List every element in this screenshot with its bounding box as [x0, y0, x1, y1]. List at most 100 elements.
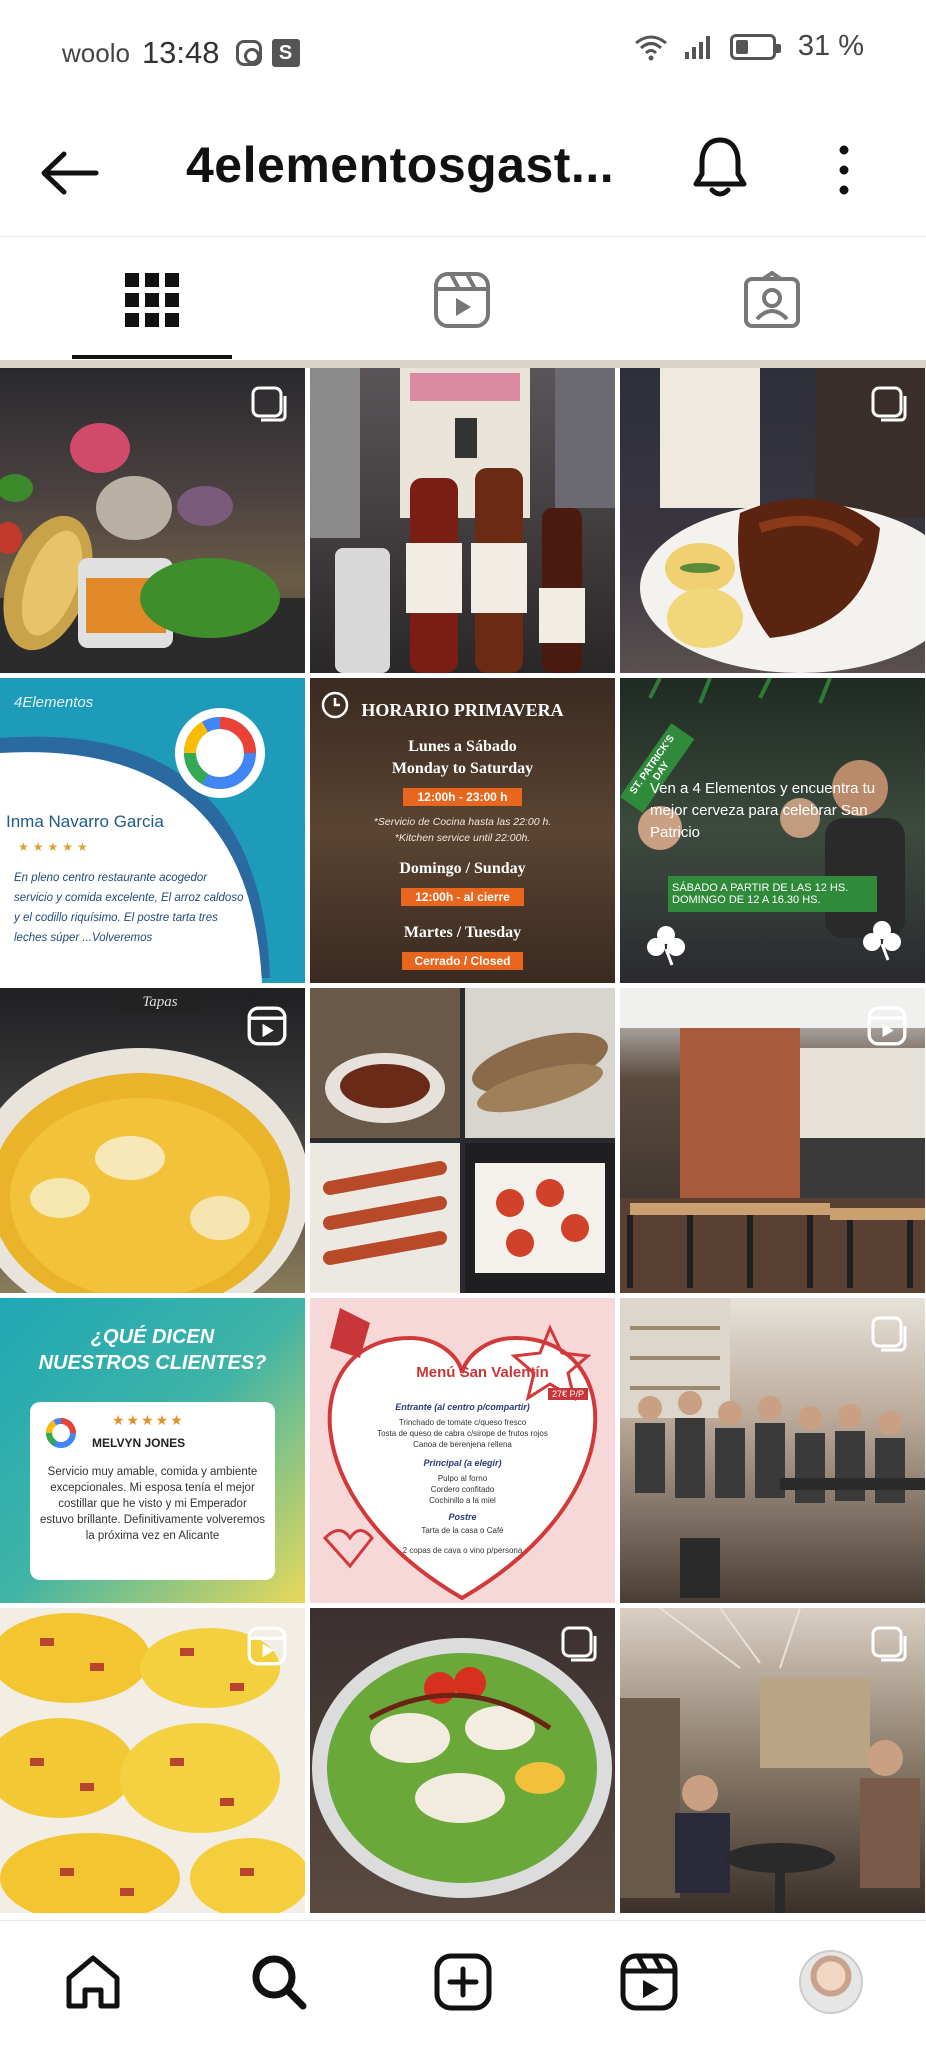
menu-drinks-note: 2 copas de cava o vino p/persona	[402, 1546, 523, 1555]
profile-username: 4elementosgast...	[186, 137, 615, 193]
tagged-icon	[744, 271, 800, 328]
notification-badge-icon: S	[271, 39, 300, 67]
plus-square-icon	[434, 1953, 492, 2011]
tapas-collage-photo	[310, 988, 615, 1293]
kitchen-note-es: *Servicio de Cocina hasta las 22:00 h.	[373, 816, 552, 828]
carousel-icon	[871, 386, 907, 422]
st-patricks-text: Ven a 4 Elementos y encuentra tu mejor c…	[650, 780, 876, 841]
instagram-notification-icon	[235, 40, 262, 66]
status-bar-right: 31 %	[634, 30, 864, 63]
profile-tabs	[0, 236, 926, 362]
banner-line-saturday: SÁBADO A PARTIR DE LAS 12 HS.	[672, 882, 849, 894]
nav-create[interactable]	[428, 1947, 498, 2017]
post-thumbnail[interactable]: HORARIO PRIMAVERA Lunes a Sábado Monday …	[310, 678, 615, 983]
valentine-background	[322, 1308, 598, 1601]
notifications-button[interactable]	[690, 132, 750, 202]
clock: 13:48	[141, 35, 220, 70]
carousel-icon	[251, 386, 287, 422]
menu-item: Tarta de la casa o Café	[421, 1526, 504, 1535]
hours-days-es: Lunes a Sábado	[408, 738, 517, 755]
post-thumbnail[interactable]: Menú San Valentín 27€ P/P Entrante (al c…	[310, 1298, 615, 1603]
reels-icon	[620, 1953, 678, 2011]
post-thumbnail[interactable]: ST. PATRICK'S DAY Ven a 4 Elementos y en…	[620, 678, 925, 983]
more-vertical-icon	[839, 145, 849, 195]
hours-time-1-pill: 12:00h - 23:00 h	[403, 788, 522, 806]
post-thumbnail[interactable]	[0, 1608, 305, 1913]
bottom-navigation	[0, 1920, 926, 2048]
home-icon	[66, 1955, 120, 2009]
menu-section-dessert: Postre	[448, 1512, 477, 1522]
beer-bottles-photo	[310, 368, 615, 673]
carousel-icon	[561, 1626, 597, 1662]
nav-reels[interactable]	[614, 1947, 684, 2017]
active-tab-indicator	[72, 355, 232, 359]
tab-reels[interactable]	[382, 237, 542, 363]
reviewer-name: Inma Navarro Garcia	[6, 812, 164, 831]
valentine-title: Menú San Valentín	[416, 1364, 549, 1381]
reel-icon	[247, 1006, 287, 1046]
post-thumbnail[interactable]: ¿QUÉ DICEN NUESTROS CLIENTES? ★★★★★ MELV…	[0, 1298, 305, 1603]
hours-heading: HORARIO PRIMAVERA	[361, 700, 564, 720]
reels-icon	[434, 272, 490, 328]
customers-heading-1: ¿QUÉ DICEN	[90, 1326, 215, 1348]
arrow-left-icon	[41, 151, 99, 195]
post-thumbnail[interactable]	[620, 1608, 925, 1913]
carousel-icon	[871, 1316, 907, 1352]
hours-time-1: 12:00h - 23:00 h	[310, 788, 615, 806]
signal-icon	[684, 35, 710, 59]
tab-posts-grid[interactable]	[72, 237, 232, 363]
battery-level: 31 %	[797, 30, 864, 62]
hours-sunday: Domingo / Sunday	[399, 860, 526, 877]
back-button[interactable]	[38, 144, 106, 202]
post-thumbnail[interactable]	[310, 988, 615, 1293]
menu-item: Tosta de queso de cabra c/sirope de frut…	[377, 1429, 548, 1438]
post-thumbnail[interactable]	[620, 1298, 925, 1603]
hours-tuesday: Martes / Tuesday	[403, 924, 522, 941]
post-thumbnail[interactable]	[310, 368, 615, 673]
profile-header: 4elementosgast...	[0, 106, 926, 234]
posts-grid: 4Elementos Inma Navarro Garcia ★★★★★ En …	[0, 360, 926, 1920]
st-patricks-banner: SÁBADO A PARTIR DE LAS 12 HS. DOMINGO DE…	[668, 876, 877, 912]
tab-tagged[interactable]	[692, 237, 852, 363]
menu-section-starters: Entrante (al centro p/compartir)	[395, 1402, 530, 1412]
hours-time-2-pill: 12:00h - al cierre	[401, 888, 524, 906]
shamrock-icon	[647, 926, 685, 966]
nav-search[interactable]	[244, 1947, 314, 2017]
nav-home[interactable]	[58, 1947, 128, 2017]
banner-line-sunday: DOMINGO DE 12 A 16.30 HS.	[672, 894, 821, 906]
post-thumbnail[interactable]	[620, 368, 925, 673]
carrier-label: woolo	[62, 37, 130, 68]
previous-row-edge	[0, 360, 926, 368]
menu-item: Cochinillo a la miel	[429, 1496, 496, 1505]
menu-section-mains: Principal (a elegir)	[423, 1458, 502, 1468]
post-thumbnail[interactable]	[0, 368, 305, 673]
brand-label: 4Elementos	[14, 694, 94, 711]
menu-item: Canoa de berenjena rellena	[413, 1440, 512, 1449]
review-text: Servicio muy amable, comida y ambiente e…	[40, 1466, 265, 1543]
hours-time-2: 12:00h - al cierre	[310, 888, 615, 906]
hours-closed: Cerrado / Closed	[310, 952, 615, 970]
avatar	[799, 1950, 863, 2014]
reel-icon	[247, 1626, 287, 1666]
review-card: ★★★★★ MELVYN JONES Servicio muy amable, …	[30, 1402, 275, 1580]
review-stars: ★★★★★	[18, 840, 92, 854]
post-thumbnail[interactable]	[310, 1608, 615, 1913]
menu-item: Cordero confitado	[430, 1485, 495, 1494]
valentine-price: 27€ P/P	[548, 1388, 589, 1400]
nav-profile[interactable]	[796, 1947, 866, 2017]
wifi-icon	[634, 35, 667, 60]
more-options-button[interactable]	[826, 140, 862, 200]
battery-icon	[729, 33, 781, 60]
status-bar-left: woolo 13:48 S	[62, 35, 300, 71]
customers-heading-2: NUESTROS CLIENTES?	[38, 1352, 267, 1374]
grid-icon	[125, 273, 179, 327]
hours-closed-pill: Cerrado / Closed	[402, 952, 523, 970]
status-bar: woolo 13:48 S 31 %	[0, 0, 926, 106]
post-thumbnail[interactable]	[620, 988, 925, 1293]
reel-icon	[867, 1006, 907, 1046]
reviewer-name: MELVYN JONES	[92, 1436, 186, 1450]
post-thumbnail[interactable]: Tapas	[0, 988, 305, 1293]
menu-item: Trinchado de tomate c/queso fresco	[398, 1418, 527, 1427]
post-thumbnail[interactable]: 4Elementos Inma Navarro Garcia ★★★★★ En …	[0, 678, 305, 983]
kitchen-note-en: *Kitchen service until 22:00h.	[394, 832, 531, 844]
